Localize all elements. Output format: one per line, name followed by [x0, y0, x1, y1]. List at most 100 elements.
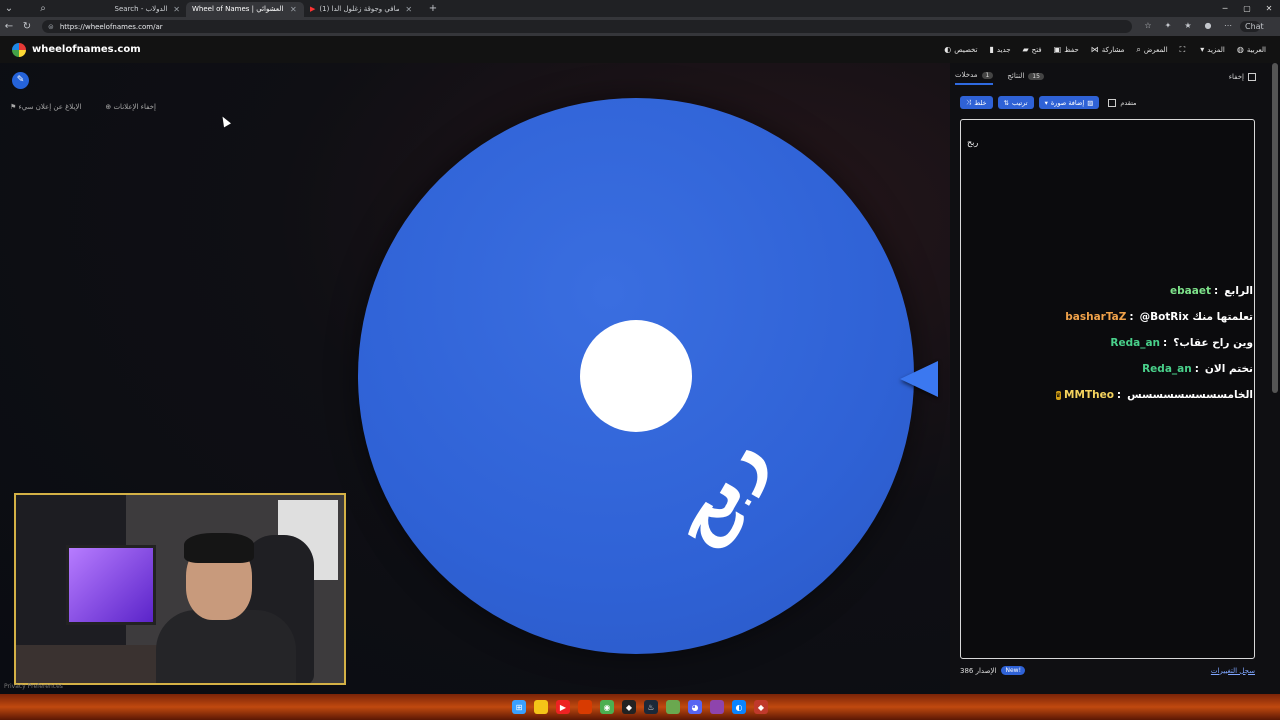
youtube-app-icon[interactable]: ▶: [556, 700, 570, 714]
panel-footer: الإصدار 386 New! سجل التغييرات: [960, 666, 1255, 675]
app-header: wheelofnames.com ◐ تخصيص ▮ جديد ▰ فتح ▣ حفظ ⋈ مشا…: [0, 36, 1280, 63]
chat-separator: :: [1194, 363, 1199, 375]
advanced-toggle[interactable]: متقدم: [1108, 98, 1137, 107]
fullscreen-icon: ⛶: [1179, 44, 1186, 54]
menu-item-label: فتح: [1031, 45, 1042, 54]
close-icon[interactable]: ✕: [405, 5, 412, 14]
search-icon: ⌕: [1136, 44, 1141, 54]
menu-item-file[interactable]: ▮ جديد: [989, 45, 1010, 54]
tab-search-icon[interactable]: ⌕: [18, 3, 68, 14]
extensions-icon[interactable]: ✦: [1158, 21, 1178, 32]
site-info-icon[interactable]: ⊜: [48, 23, 54, 31]
wheel-pointer-icon: [900, 361, 938, 397]
changelog-link[interactable]: سجل التغييرات: [1211, 667, 1255, 675]
screen: ⌄ ⌕ Search - الدولاب ✕ Wheel of Names | ا…: [0, 0, 1280, 720]
chat-separator: :: [1129, 311, 1134, 323]
tab-title: Search - الدولاب: [114, 5, 168, 13]
menu-icon[interactable]: ⋯: [1218, 21, 1238, 32]
entries-count-badge: 1: [981, 71, 994, 79]
menu-item-label: تخصيص: [954, 45, 978, 54]
main-menu: ◐ تخصيص ▮ جديد ▰ فتح ▣ حفظ ⋈ مشاركة ⌕ المعرض ⛶ ▾ المزي…: [932, 36, 1266, 63]
close-icon[interactable]: ✕: [290, 5, 297, 14]
menu-item-label: المعرض: [1143, 45, 1168, 54]
browser-tab[interactable]: Search - الدولاب ✕: [68, 2, 186, 17]
logo[interactable]: wheelofnames.com: [12, 42, 141, 57]
sort-icon: ⇅: [1003, 98, 1009, 107]
hide-panel-toggle[interactable]: إخفاء: [1229, 73, 1256, 81]
edge-icon[interactable]: ◐: [732, 700, 746, 714]
address-bar-row: ← ↻ ⊜ https://wheelofnames.com/ar ☆ ✦ ★ …: [0, 17, 1280, 36]
tab-title: Wheel of Names | الاسم العشوائي: [192, 5, 284, 13]
chat-message: Reda_an: وين راح عقاب؟: [1103, 330, 1253, 356]
app-icon[interactable]: [666, 700, 680, 714]
wheel-container: ربح: [358, 98, 918, 658]
panel-tabs: مدخلات 1 النتائج 15: [955, 71, 1058, 85]
close-window-icon[interactable]: ✕: [1258, 0, 1280, 17]
chat-text: الخامسسسسسسسسس: [1127, 389, 1253, 401]
menu-item-globe[interactable]: ◍ العربية: [1237, 45, 1266, 54]
file-explorer-icon[interactable]: [534, 700, 548, 714]
add-image-button[interactable]: ▾ إضافة صورة ▨: [1038, 96, 1100, 109]
tab-entries[interactable]: مدخلات 1: [955, 71, 994, 85]
hide-checkbox[interactable]: [1248, 73, 1256, 81]
chat-text: الرابع: [1224, 285, 1253, 297]
browser-toolbar-icons: ☆ ✦ ★ ● ⋯ Chat: [1138, 21, 1264, 32]
report-ad-link[interactable]: ⚑ الإبلاغ عن إعلان سيء: [10, 103, 93, 111]
chat-separator: :: [1163, 337, 1168, 349]
url-text: https://wheelofnames.com/ar: [59, 22, 163, 31]
ad-links: ⚑ الإبلاغ عن إعلان سيء ⊕ إخفاء الإعلانات: [10, 103, 180, 111]
menu-item-share[interactable]: ⋈ مشاركة: [1091, 45, 1125, 54]
page-scrollbar[interactable]: [1272, 63, 1278, 393]
shuffle-button[interactable]: ⤨ خلط: [960, 96, 993, 109]
tab-results[interactable]: النتائج 15: [1007, 72, 1044, 84]
chat-username: basharTaZ: [1065, 311, 1127, 323]
browser-tab[interactable]: ▶(1) وديع الصافي وجوقة زغلول الدا... ✕: [304, 2, 424, 17]
advanced-checkbox[interactable]: [1108, 98, 1117, 107]
webcam-person-body: [156, 610, 296, 683]
chat-text: وين راح عقاب؟: [1173, 337, 1253, 349]
new-tab-icon[interactable]: +: [424, 3, 442, 14]
file-icon: ▮: [989, 45, 994, 54]
image-icon: ▨: [1087, 98, 1094, 107]
steam-icon[interactable]: ♨: [644, 700, 658, 714]
discord-icon[interactable]: ◕: [688, 700, 702, 714]
menu-item-palette[interactable]: ◐ تخصيص: [944, 45, 977, 54]
hide-ads-link[interactable]: ⊕ إخفاء الإعلانات: [105, 103, 168, 111]
edit-title-button[interactable]: ✎: [12, 72, 29, 89]
tab-title: (1) وديع الصافي وجوقة زغلول الدا...: [319, 5, 399, 13]
close-icon[interactable]: ✕: [173, 5, 180, 14]
entry-actions: ⤨ خلط ⇅ ترتيب ▾ إضافة صورة ▨ متقدم: [960, 96, 1137, 109]
app-icon[interactable]: [710, 700, 724, 714]
menu-item-folder[interactable]: ▰ فتح: [1023, 45, 1042, 54]
taskbar: ⊞ ▶ ◉ ◆ ♨ ◕ ◐ ◆: [0, 694, 1280, 720]
star-icon[interactable]: ☆: [1138, 21, 1158, 32]
tab-list-icon[interactable]: ⌄: [0, 3, 18, 14]
minimize-icon[interactable]: ─: [1214, 0, 1236, 17]
chat-username: MMTheo: [1064, 389, 1114, 401]
back-icon[interactable]: ←: [0, 21, 18, 32]
sort-button[interactable]: ⇅ ترتيب: [997, 96, 1034, 109]
chrome-icon[interactable]: ◉: [600, 700, 614, 714]
wheel-center[interactable]: [580, 320, 692, 432]
save-icon: ▣: [1053, 45, 1062, 54]
menu-item-label: جديد: [996, 45, 1011, 54]
profile-icon[interactable]: ●: [1198, 21, 1218, 32]
favorites-icon[interactable]: ★: [1178, 21, 1198, 32]
privacy-preferences-link[interactable]: Privacy Preferences: [4, 683, 63, 690]
start-icon[interactable]: ⊞: [512, 700, 526, 714]
maximize-icon[interactable]: ▢: [1236, 0, 1258, 17]
menu-item-save[interactable]: ▣ حفظ: [1054, 45, 1079, 54]
menu-item-fullscreen[interactable]: ⛶: [1180, 45, 1189, 55]
menu-item-chevron-down[interactable]: ▾ المزيد: [1200, 45, 1225, 54]
menu-item-label: العربية: [1246, 45, 1266, 54]
youtube-icon: ▶: [310, 5, 316, 13]
chat-message: ♛ MMTheo: الخامسسسسسسسسس: [1055, 382, 1253, 408]
menu-item-search[interactable]: ⌕ المعرض: [1136, 45, 1167, 55]
chat-button[interactable]: Chat: [1240, 21, 1264, 32]
url-input[interactable]: ⊜ https://wheelofnames.com/ar: [42, 20, 1132, 33]
shield-icon[interactable]: ◆: [754, 700, 768, 714]
browser-tab-active[interactable]: Wheel of Names | الاسم العشوائي ✕: [186, 1, 304, 17]
media-icon[interactable]: ◆: [622, 700, 636, 714]
office-icon[interactable]: [578, 700, 592, 714]
reload-icon[interactable]: ↻: [18, 21, 36, 32]
